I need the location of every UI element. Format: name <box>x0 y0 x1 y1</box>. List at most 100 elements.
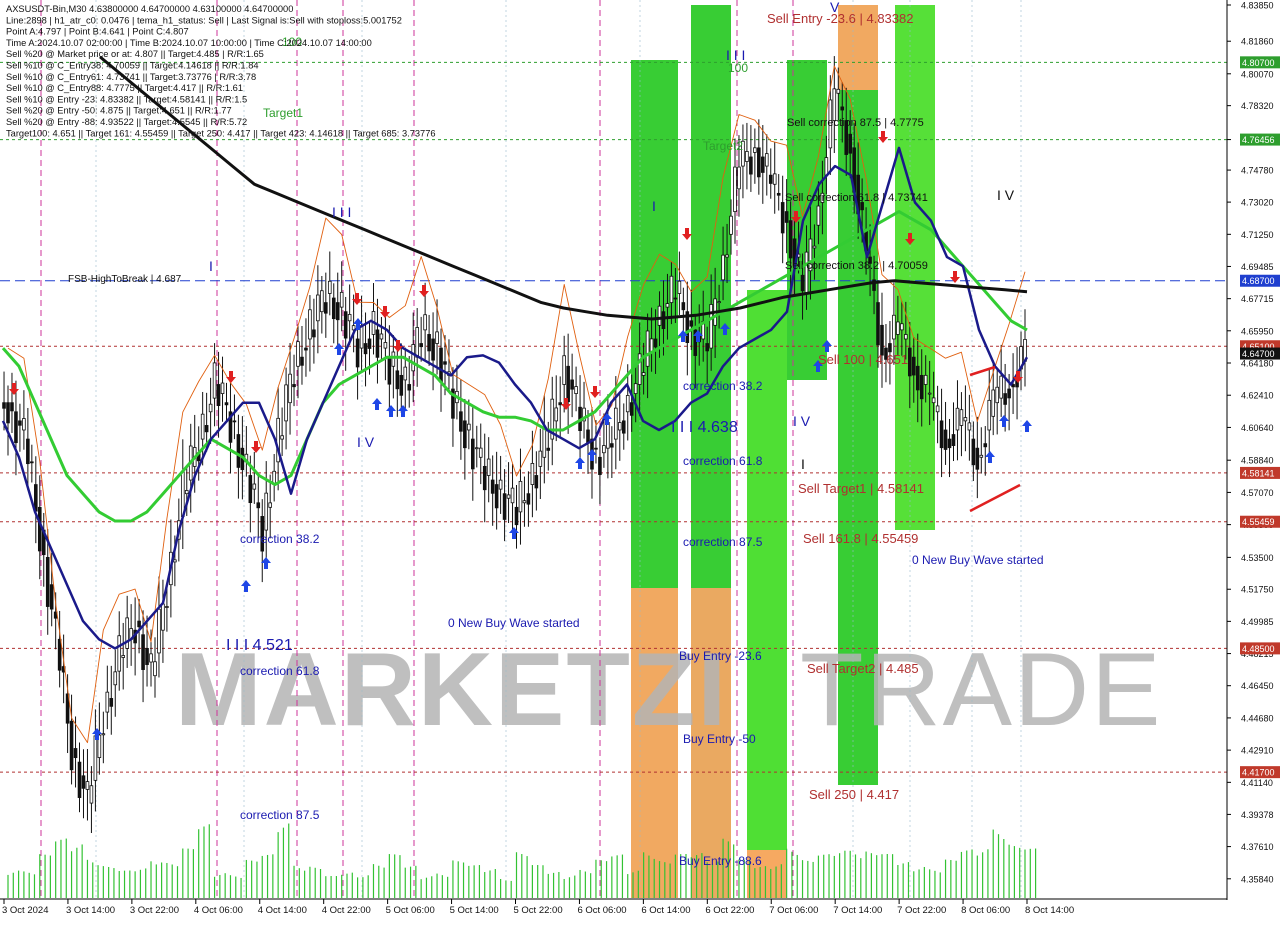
candle-body <box>725 254 729 258</box>
candle-body <box>18 420 22 426</box>
candle-body <box>415 327 419 358</box>
annotation-buy-entry-236: Buy Entry -23.6 <box>679 649 762 663</box>
candle-body <box>979 454 984 458</box>
candle-body <box>391 351 396 367</box>
candle-body <box>733 166 737 212</box>
candle-body <box>316 294 320 322</box>
header-line: Sell %10 @ C_Entry88: 4.7775 || Target:4… <box>6 83 243 93</box>
annotation-num-100b: 100 <box>728 61 748 75</box>
y-tick-label: 4.57070 <box>1241 488 1274 498</box>
candle-body <box>149 653 153 663</box>
annotation-sell-100: Sell 100 | 4.651 <box>818 352 908 367</box>
candle-body <box>343 311 348 339</box>
y-tick-label: 4.51750 <box>1241 585 1274 595</box>
candle-body <box>161 603 165 631</box>
candlestick-chart[interactable]: MARKETZI TRADE FSB-HighToBreak | 4.687 Se… <box>0 0 1280 920</box>
candle-body <box>379 333 384 340</box>
header-line: Sell %20 @ Market price or at: 4.807 || … <box>6 49 264 59</box>
candle-body <box>296 341 300 367</box>
candle-body <box>665 303 670 308</box>
candle-body <box>125 617 129 649</box>
candle-body <box>836 88 841 94</box>
candle-body <box>709 304 713 349</box>
candle-body <box>669 275 674 303</box>
chart-root: MARKETZI TRADE FSB-HighToBreak | 4.687 Se… <box>0 0 1280 920</box>
candle-body <box>745 151 749 162</box>
price-tag-label: 4.48500 <box>1242 644 1275 654</box>
candle-body <box>153 661 157 677</box>
candle-body <box>534 475 539 489</box>
candle-body <box>526 493 531 505</box>
annotation-buy-entry-886: Buy Entry -88.6 <box>679 854 762 868</box>
candle-body <box>331 297 336 320</box>
candle-body <box>943 429 948 450</box>
candle-body <box>768 174 773 184</box>
candle-body <box>888 343 892 353</box>
candle-body <box>542 427 547 458</box>
candle-body <box>248 475 253 504</box>
candle-body <box>951 434 956 446</box>
candle-body <box>645 330 650 367</box>
watermark: MARKETZI TRADE <box>175 632 1160 748</box>
candle-body <box>876 302 880 346</box>
annotation-sell-target2: Sell Target2 | 4.485 <box>807 661 919 676</box>
candle-body <box>514 506 519 526</box>
x-tick-label: 3 Oct 2024 <box>2 905 48 916</box>
candle-body <box>975 447 980 470</box>
y-tick-label: 4.73020 <box>1241 198 1274 208</box>
candle-body <box>355 338 360 368</box>
candle-body <box>81 775 86 789</box>
y-tick-label: 4.37610 <box>1241 842 1274 852</box>
candle-body <box>900 323 904 331</box>
candle-body <box>641 372 646 376</box>
candle-body <box>383 342 388 349</box>
annotation-corr-382-b: correction 38.2 <box>683 379 763 393</box>
candle-body <box>629 402 634 416</box>
candle-body <box>427 334 431 352</box>
candle-body <box>594 447 598 450</box>
candle-body <box>737 166 741 190</box>
candle-body <box>923 374 928 385</box>
y-tick-label: 4.65950 <box>1241 326 1274 336</box>
annotation-target2: Target2 <box>703 139 743 153</box>
candle-body <box>403 366 408 381</box>
y-tick-label: 4.46450 <box>1241 681 1274 691</box>
candle-body <box>256 502 261 509</box>
candle-body <box>530 463 535 485</box>
candle-body <box>145 647 149 665</box>
price-tag-label: 4.76456 <box>1242 135 1275 145</box>
candle-body <box>467 423 471 431</box>
candle-body <box>935 405 940 413</box>
candle-body <box>268 502 272 508</box>
annotation-fsb: FSB-HighToBreak | 4.687 <box>68 274 182 285</box>
candle-body <box>10 402 14 412</box>
candle-body <box>848 133 853 154</box>
annotation-sell-corr-875: Sell correction 87.5 | 4.7775 <box>787 117 924 129</box>
candle-body <box>463 420 467 449</box>
candle-body <box>772 173 777 185</box>
candle-body <box>105 691 110 713</box>
annotation-corr-618-a: correction 61.8 <box>240 664 320 678</box>
candle-body <box>657 305 662 326</box>
candle-body <box>761 156 765 173</box>
candle-body <box>14 411 18 444</box>
candle-body <box>49 584 54 610</box>
candle-body <box>717 301 721 304</box>
candle-body <box>312 329 316 338</box>
header-line: Point A:4.797 | Point B:4.641 | Point C:… <box>6 27 189 37</box>
candle-body <box>598 456 602 475</box>
candle-body <box>824 157 829 176</box>
y-tick-label: 4.53500 <box>1241 553 1274 563</box>
candle-body <box>184 490 189 495</box>
candle-body <box>93 735 98 781</box>
candle-body <box>721 254 725 281</box>
candle-body <box>971 438 976 466</box>
candle-body <box>955 407 960 431</box>
header-line: Sell %10 @ Entry -23: 4.83382 || Target:… <box>6 94 247 104</box>
price-tag-label: 4.41700 <box>1242 768 1275 778</box>
y-tick-label: 4.60640 <box>1241 423 1274 433</box>
candle-body <box>904 334 908 340</box>
candle-body <box>784 211 789 223</box>
y-tick-label: 4.39378 <box>1241 810 1274 820</box>
annotation-sell-target1: Sell Target1 | 4.58141 <box>798 481 924 496</box>
